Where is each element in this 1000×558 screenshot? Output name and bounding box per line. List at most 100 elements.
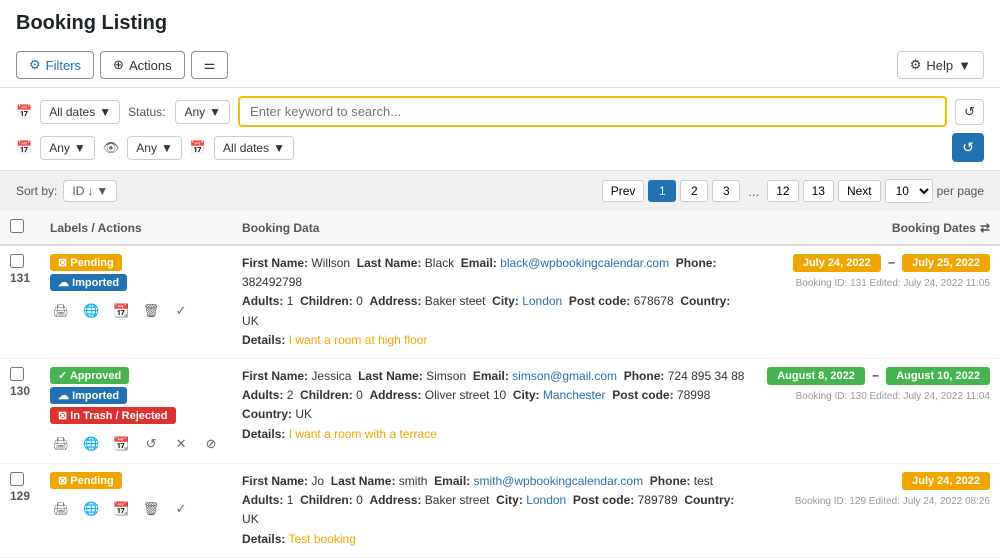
date-start-130: August 8, 2022 [767,367,865,385]
reset-button[interactable]: ↺ [955,99,984,125]
row-actions-131: 🖨 🌐 📆 🗑 ✓ [50,300,222,322]
search-wrapper [238,96,947,127]
data-cell-129: First Name: Jo Last Name: smith Email: s… [232,463,757,557]
status-chevron-icon: ▼ [209,105,221,119]
row-actions-129: 🖨 🌐 📆 🗑 ✓ [50,498,222,520]
row-actions-130: 🖨 🌐 📆 ↺ ✕ ⊘ [50,433,222,455]
sort-select[interactable]: ID ↓ ▼ [63,180,117,202]
status-label: Status: [128,105,165,119]
any2-chevron-icon: ▼ [161,141,173,155]
filters-icon: ⚙ [29,57,41,73]
table-row: 131 ⊠ Pending ☁ Imported 🖨 🌐 📆 🗑 ✓ First … [0,245,1000,358]
page-title: Booking Listing [16,12,984,43]
close-icon-130[interactable]: ✕ [170,433,192,455]
page-3-button[interactable]: 3 [712,180,740,202]
booking-dates-header: Booking Dates ⇄ [757,211,1000,245]
any-filter-2[interactable]: Any ▼ [127,136,182,160]
sort-by-label: Sort by: [16,184,57,198]
data-cell-130: First Name: Jessica Last Name: Simson Em… [232,358,757,463]
trash-icon-129[interactable]: 🗑 [140,498,162,520]
calendar-icon-129[interactable]: 📆 [110,498,132,520]
booking-data-131: First Name: Willson Last Name: Black Ema… [242,254,747,350]
help-button[interactable]: ⚙ Help ▼ [897,51,984,79]
calendar-icon-131[interactable]: 📆 [110,300,132,322]
globe-icon-129[interactable]: 🌐 [80,498,102,520]
any-filter-1[interactable]: Any ▼ [40,136,95,160]
dates-filter[interactable]: All dates ▼ [40,100,120,124]
select-all-checkbox[interactable] [10,219,24,233]
imported-badge-131: ☁ Imported [50,274,127,291]
date-start-129: July 24, 2022 [902,472,990,490]
imported-badge-130: ☁ Imported [50,387,127,404]
booking-id-display-130: 130 [10,384,30,398]
any1-chevron-icon: ▼ [74,141,86,155]
toolbar: ⚙ Filters ⊕ Actions ⚌ ⚙ Help ▼ [16,43,984,87]
pagination-dots: ... [744,184,763,199]
pagination: Prev 1 2 3 ... 12 13 Next 10 25 50 per p… [602,179,984,203]
filter-row-2: 📅 Any ▼ 👁 Any ▼ 📅 All dates ▼ ↺ [16,133,984,162]
alldates2-chevron-icon: ▼ [273,141,285,155]
calendar-icon-130[interactable]: 📆 [110,433,132,455]
status-badge-130: ✓ Approved [50,367,129,384]
row-checkbox-129[interactable] [10,472,24,486]
row-checkbox-130[interactable] [10,367,24,381]
trash-badge-130: ⊠ In Trash / Rejected [50,407,175,424]
dates-cell-131: July 24, 2022 – July 25, 2022 Booking ID… [757,245,1000,358]
row-checkbox-cell-130: 130 [0,358,40,463]
row-checkbox-131[interactable] [10,254,24,268]
print-icon-131[interactable]: 🖨 [50,300,72,322]
booking-data-header: Booking Data [232,211,757,245]
approve-icon-129[interactable]: ✓ [170,498,192,520]
all-dates-filter-2[interactable]: All dates ▼ [214,136,294,160]
undo-icon-130[interactable]: ↺ [140,433,162,455]
page-1-button[interactable]: 1 [648,180,676,202]
table-row: 130 ✓ Approved ☁ Imported ⊠ In Trash / Re… [0,358,1000,463]
help-icon: ⚙ [910,57,922,73]
prev-button[interactable]: Prev [602,180,645,202]
booking-data-130: First Name: Jessica Last Name: Simson Em… [242,367,747,444]
search-input[interactable] [238,96,947,127]
block-icon-130[interactable]: ⊘ [200,433,222,455]
date-range-129: July 24, 2022 [767,472,990,490]
booking-data-129: First Name: Jo Last Name: smith Email: s… [242,472,747,549]
date-end-131: July 25, 2022 [902,254,990,272]
next-button[interactable]: Next [838,180,881,202]
filters-button[interactable]: ⚙ Filters [16,51,94,79]
booking-meta-131: Booking ID: 131 Edited: July 24, 2022 11… [767,278,990,289]
page-13-button[interactable]: 13 [803,180,834,202]
print-icon-130[interactable]: 🖨 [50,433,72,455]
sort-controls: Sort by: ID ↓ ▼ [16,180,117,202]
table-wrapper: Labels / Actions Booking Data Booking Da… [0,211,1000,558]
sort-bar: Sort by: ID ↓ ▼ Prev 1 2 3 ... 12 13 Nex… [0,171,1000,211]
page-2-button[interactable]: 2 [680,180,708,202]
tune-button[interactable]: ⚌ [191,51,229,79]
page-12-button[interactable]: 12 [767,180,798,202]
data-cell-131: First Name: Willson Last Name: Black Ema… [232,245,757,358]
page-header: Booking Listing ⚙ Filters ⊕ Actions ⚌ ⚙ … [0,0,1000,88]
globe-icon-130[interactable]: 🌐 [80,433,102,455]
calendar-icon-1: 📅 [16,104,32,120]
globe-icon-131[interactable]: 🌐 [80,300,102,322]
page-wrapper: Booking Listing ⚙ Filters ⊕ Actions ⚌ ⚙ … [0,0,1000,558]
approve-icon-131[interactable]: ✓ [170,300,192,322]
dates-sort-icon[interactable]: ⇄ [980,221,990,235]
date-end-130: August 10, 2022 [886,367,990,385]
actions-button[interactable]: ⊕ Actions [100,51,185,79]
per-page-label: per page [937,184,984,198]
trash-icon-131[interactable]: 🗑 [140,300,162,322]
date-range-131: July 24, 2022 – July 25, 2022 [767,254,990,272]
tune-icon: ⚌ [204,57,216,73]
per-page-select[interactable]: 10 25 50 [885,179,933,203]
status-badge-131: ⊠ Pending [50,254,122,271]
table-row: 129 ⊠ Pending 🖨 🌐 📆🗑 ✓ First Name: Jo La… [0,463,1000,557]
help-chevron-icon: ▼ [958,58,971,73]
booking-meta-129: Booking ID: 129 Edited: July 24, 2022 08… [767,496,990,507]
calendar-icon-3: 📅 [190,140,206,156]
apply-filter-button[interactable]: ↺ [952,133,984,162]
row-checkbox-cell-131: 131 [0,245,40,358]
row-checkbox-cell-129: 129 [0,463,40,557]
sort-chevron-icon: ▼ [96,184,108,198]
bookings-table: Labels / Actions Booking Data Booking Da… [0,211,1000,558]
print-icon-129[interactable]: 🖨 [50,498,72,520]
status-filter[interactable]: Any ▼ [175,100,230,124]
